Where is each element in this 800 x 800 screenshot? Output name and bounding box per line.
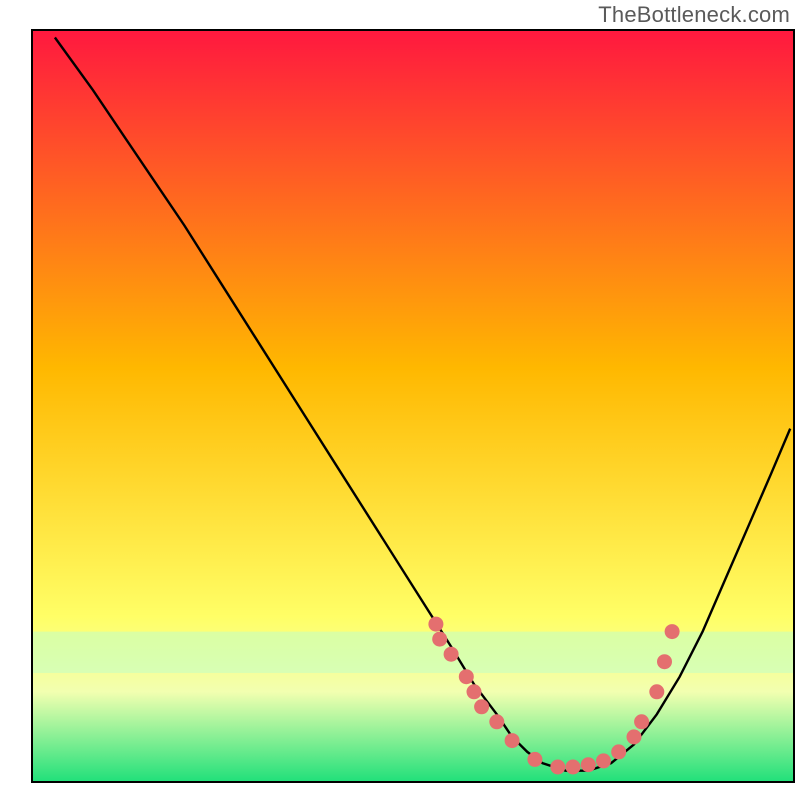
highlight-dot: [432, 632, 447, 647]
highlight-dot: [527, 752, 542, 767]
highlight-dot: [596, 753, 611, 768]
highlight-dot: [634, 714, 649, 729]
highlight-dot: [489, 714, 504, 729]
highlight-dot: [665, 624, 680, 639]
highlight-dot: [627, 729, 642, 744]
highlight-dot: [649, 684, 664, 699]
green-band: [32, 632, 794, 673]
highlight-dot: [459, 669, 474, 684]
bottleneck-chart: [0, 0, 800, 800]
highlight-dot: [657, 654, 672, 669]
highlight-dot: [428, 617, 443, 632]
highlight-dot: [474, 699, 489, 714]
highlight-dot: [467, 684, 482, 699]
highlight-dot: [611, 744, 626, 759]
chart-frame: TheBottleneck.com: [0, 0, 800, 800]
highlight-dot: [581, 757, 596, 772]
watermark-label: TheBottleneck.com: [598, 2, 790, 28]
highlight-dot: [550, 760, 565, 775]
highlight-dot: [505, 733, 520, 748]
highlight-dot: [566, 760, 581, 775]
highlight-dot: [444, 647, 459, 662]
